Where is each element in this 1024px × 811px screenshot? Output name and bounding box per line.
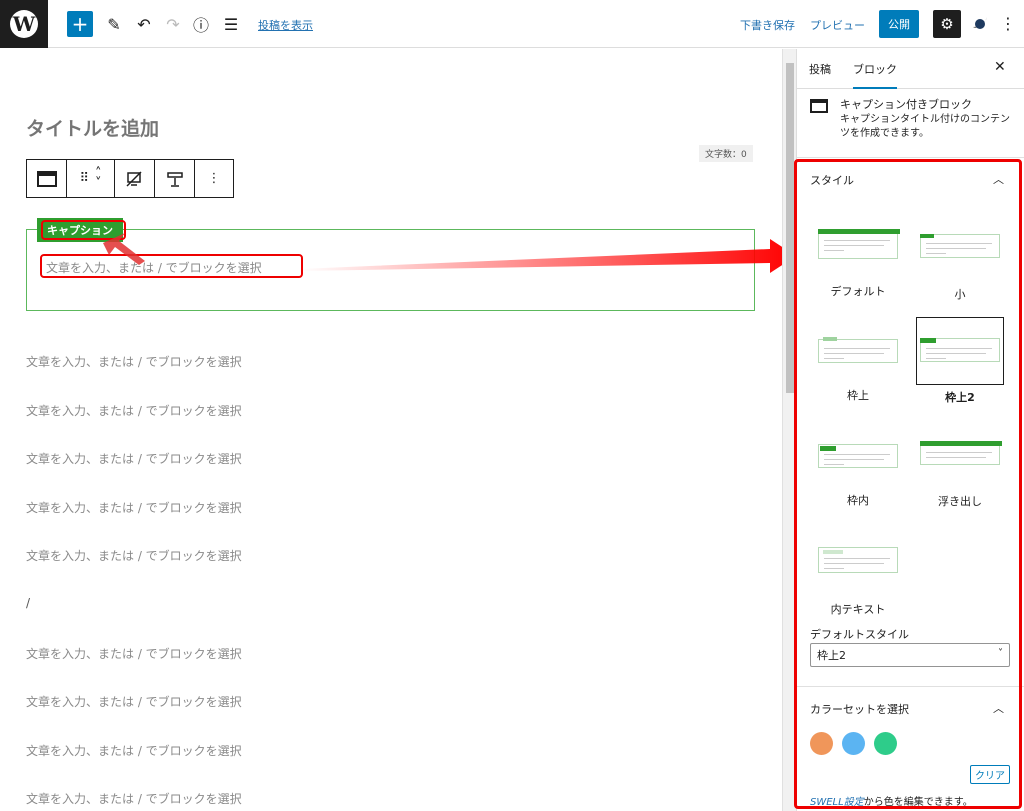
tools-pencil-icon[interactable]: ✎	[104, 10, 124, 38]
move-controls: ⠿ ˄ ˅	[67, 160, 115, 197]
swell-icon[interactable]	[971, 14, 989, 32]
more-vertical-icon: ⋮	[207, 171, 221, 186]
drag-handle-icon[interactable]: ⠿	[79, 171, 89, 186]
block-card-title: キャプション付きブロック	[840, 98, 972, 111]
char-count-badge: 文字数：0	[699, 145, 753, 162]
divider	[797, 157, 1024, 158]
close-icon[interactable]: ✕	[994, 59, 1006, 75]
editor-canvas: タイトルを追加 文字数：0 ⠿ ˄ ˅ ⋮ キャプション 文章を入力、または /…	[0, 49, 782, 811]
block-card-description: キャプションタイトル付けのコンテンツを作成できます。	[840, 114, 1010, 139]
redo-icon[interactable]: ↷	[163, 10, 183, 38]
tab-post[interactable]: 投稿	[809, 61, 831, 77]
preview-button[interactable]: プレビュー	[810, 17, 865, 33]
paragraph-placeholder[interactable]: 文章を入力、または / でブロックを選択	[26, 790, 242, 807]
block-type-button[interactable]	[27, 160, 67, 197]
paragraph-placeholder[interactable]: 文章を入力、または / でブロックを選択	[26, 499, 242, 516]
wordpress-logo-icon: W	[10, 10, 38, 38]
caption-block-icon	[810, 99, 828, 113]
list-view-icon[interactable]: ☰	[220, 10, 242, 38]
paragraph-placeholder[interactable]: 文章を入力、または / でブロックを選択	[26, 645, 242, 662]
block-toolbar: ⠿ ˄ ˅ ⋮	[26, 159, 234, 198]
post-title-input[interactable]: タイトルを追加	[26, 114, 159, 141]
move-arrows: ˄ ˅	[95, 167, 102, 190]
paragraph-placeholder[interactable]: 文章を入力、または / でブロックを選択	[26, 693, 242, 710]
annotation-highlight-sidebar-panel	[794, 159, 1022, 809]
paragraph-placeholder[interactable]: 文章を入力、または / でブロックを選択	[26, 742, 242, 759]
settings-gear-icon[interactable]: ⚙	[933, 10, 961, 38]
align-middle-icon	[166, 170, 184, 188]
device-visibility-button[interactable]	[115, 160, 155, 197]
annotation-big-arrow	[300, 239, 796, 273]
tab-block[interactable]: ブロック	[853, 61, 897, 89]
vertical-align-button[interactable]	[155, 160, 195, 197]
block-options-button[interactable]: ⋮	[195, 160, 233, 197]
info-icon[interactable]: ⓘ	[191, 10, 211, 38]
paragraph-slash[interactable]: /	[26, 596, 30, 610]
paragraph-placeholder[interactable]: 文章を入力、または / でブロックを選択	[26, 450, 242, 467]
scrollbar-thumb[interactable]	[786, 63, 794, 393]
more-options-icon[interactable]: ⋮	[1000, 14, 1016, 33]
save-draft-button[interactable]: 下書き保存	[740, 17, 795, 33]
add-block-button[interactable]: +	[67, 11, 93, 37]
device-hide-icon	[125, 170, 144, 187]
publish-button[interactable]: 公開	[879, 10, 919, 38]
paragraph-placeholder[interactable]: 文章を入力、または / でブロックを選択	[26, 547, 242, 564]
sidebar-tabs: 投稿 ブロック ✕	[797, 49, 1024, 89]
undo-icon[interactable]: ↶	[134, 10, 154, 38]
paragraph-placeholder[interactable]: 文章を入力、または / でブロックを選択	[26, 353, 242, 370]
view-post-link[interactable]: 投稿を表示	[258, 17, 313, 33]
move-down-icon[interactable]: ˅	[95, 177, 102, 190]
editor-top-bar: W + ✎ ↶ ↷ ⓘ ☰ 投稿を表示 下書き保存 プレビュー 公開 ⚙ ⋮	[0, 0, 1024, 48]
annotation-highlight-placeholder	[40, 254, 303, 278]
annotation-small-arrow	[103, 233, 145, 265]
caption-block-icon	[36, 170, 57, 187]
wordpress-logo-button[interactable]: W	[0, 0, 48, 48]
paragraph-placeholder[interactable]: 文章を入力、または / でブロックを選択	[26, 402, 242, 419]
